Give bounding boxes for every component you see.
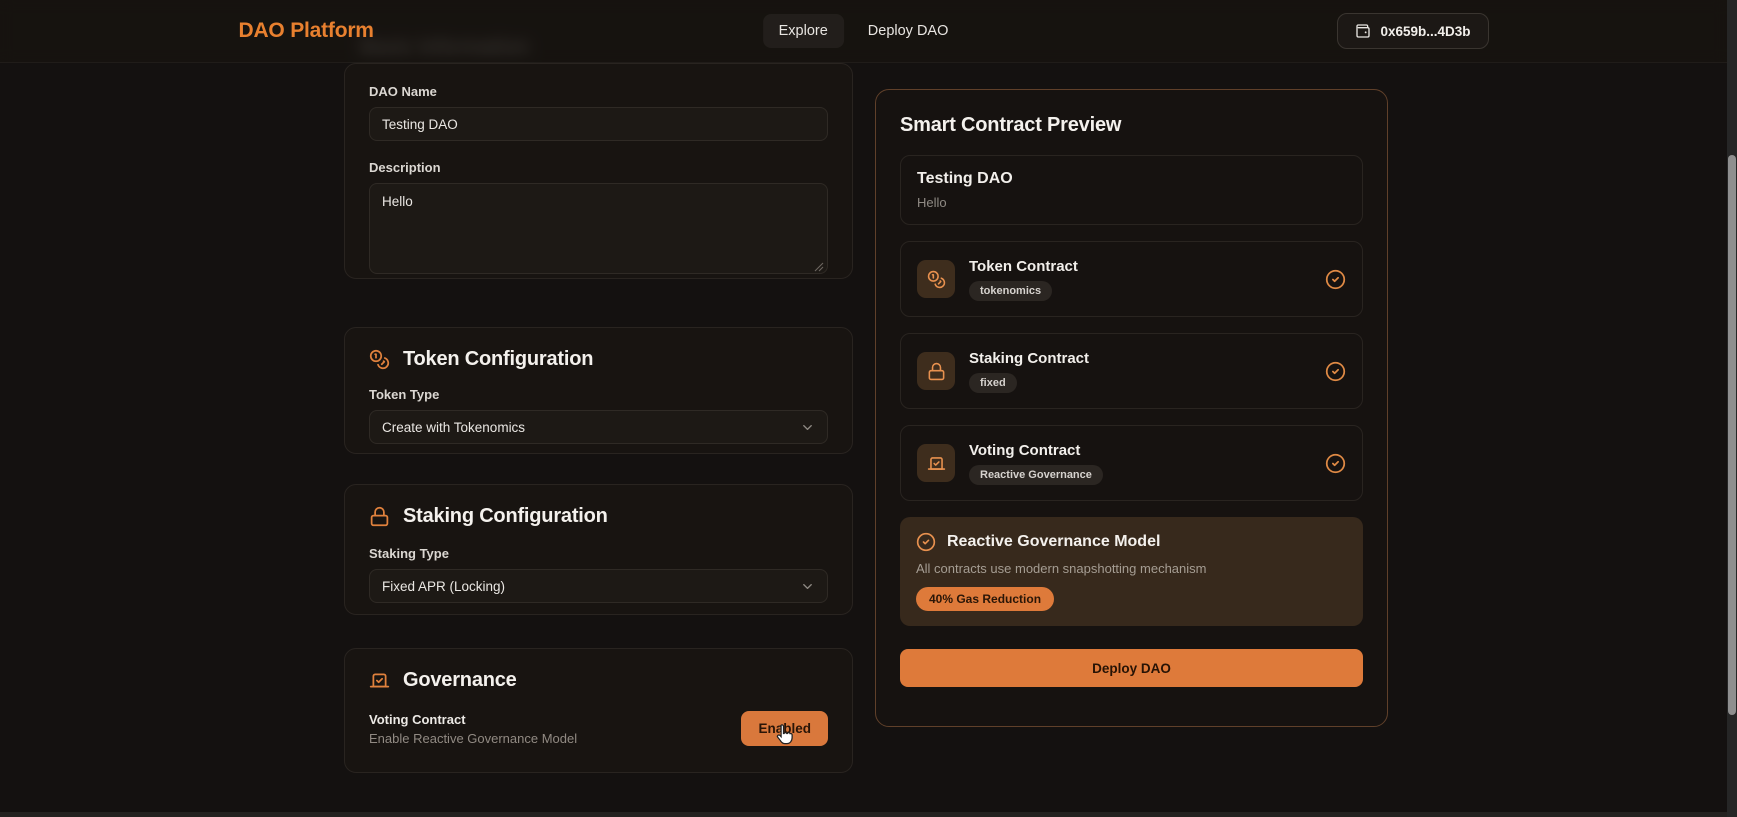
chevron-down-icon xyxy=(803,583,812,589)
check-circle-icon xyxy=(916,532,936,552)
staking-configuration-card: Staking Configuration Staking Type Fixed… xyxy=(344,484,853,615)
basic-information-card: DAO Name Description Hello xyxy=(344,63,853,279)
token-type-select[interactable]: Create with Tokenomics xyxy=(369,410,828,444)
coins-icon xyxy=(369,349,390,370)
main-content: DAO Name Description Hello Token Configu… xyxy=(344,0,1394,817)
deploy-dao-button[interactable]: Deploy DAO xyxy=(900,649,1363,687)
contract-name: Token Contract xyxy=(969,257,1078,275)
contract-badge: Reactive Governance xyxy=(969,464,1103,485)
contract-badge: tokenomics xyxy=(969,280,1053,301)
staking-type-value: Fixed APR (Locking) xyxy=(382,578,506,594)
gas-reduction-badge: 40% Gas Reduction xyxy=(916,587,1055,611)
nav-link-explore[interactable]: Explore xyxy=(762,14,844,48)
check-circle-icon xyxy=(1325,453,1346,474)
lock-icon xyxy=(928,362,944,380)
coins-icon xyxy=(927,270,945,288)
voting-contract-label: Voting Contract xyxy=(369,711,466,727)
contract-row-staking: Staking Contract fixed xyxy=(900,333,1363,409)
voting-contract-sublabel: Enable Reactive Governance Model xyxy=(369,730,578,746)
governance-title: Governance xyxy=(403,669,517,691)
token-configuration-title: Token Configuration xyxy=(403,348,594,370)
chevron-down-icon xyxy=(803,424,812,430)
model-title: Reactive Governance Model xyxy=(947,533,1161,550)
token-configuration-card: Token Configuration Token Type Create wi… xyxy=(344,327,853,454)
top-navbar: DAO Platform Explore Deploy DAO 0x659b..… xyxy=(0,0,1727,63)
lock-icon xyxy=(370,506,389,527)
governance-enabled-toggle[interactable]: Enabled xyxy=(741,711,828,746)
description-label: Description xyxy=(369,160,441,175)
token-type-value: Create with Tokenomics xyxy=(382,419,526,435)
smart-contract-preview-panel: Smart Contract Preview Testing DAO Hello… xyxy=(875,89,1388,727)
dao-platform-page: Basic Information DAO Platform Explore D… xyxy=(0,0,1737,817)
contract-name: Voting Contract xyxy=(969,441,1081,459)
dao-summary-box: Testing DAO Hello xyxy=(900,155,1363,225)
vote-icon xyxy=(369,673,390,688)
preview-title: Smart Contract Preview xyxy=(900,114,1122,136)
preview-dao-name: Testing DAO xyxy=(917,170,1013,187)
nav-links: Explore Deploy DAO xyxy=(762,14,965,48)
model-subtitle: All contracts use modern snapshotting me… xyxy=(916,561,1207,576)
dao-name-input[interactable] xyxy=(369,107,828,141)
staking-configuration-title: Staking Configuration xyxy=(403,505,608,527)
wallet-icon xyxy=(1356,24,1371,38)
staking-type-select[interactable]: Fixed APR (Locking) xyxy=(369,569,828,603)
resize-handle-icon[interactable] xyxy=(814,262,824,272)
wallet-address: 0x659b...4D3b xyxy=(1380,23,1471,39)
governance-card: Governance Voting Contract Enable Reacti… xyxy=(344,648,853,773)
token-type-label: Token Type xyxy=(369,387,440,402)
staking-type-label: Staking Type xyxy=(369,546,449,561)
vote-icon xyxy=(927,456,945,470)
brand-logo[interactable]: DAO Platform xyxy=(239,19,374,43)
reactive-governance-model-box: Reactive Governance Model All contracts … xyxy=(900,517,1363,626)
contract-badge: fixed xyxy=(969,372,1017,393)
check-circle-icon xyxy=(1325,269,1346,290)
contract-row-voting: Voting Contract Reactive Governance xyxy=(900,425,1363,501)
description-textarea[interactable]: Hello xyxy=(369,183,828,274)
dao-name-label: DAO Name xyxy=(369,84,437,99)
page-scrollbar-thumb[interactable] xyxy=(1728,155,1736,715)
footer-edge xyxy=(0,812,1727,817)
nav-link-deploy-dao[interactable]: Deploy DAO xyxy=(852,14,965,48)
check-circle-icon xyxy=(1325,361,1346,382)
contract-name: Staking Contract xyxy=(969,349,1090,367)
contract-row-token: Token Contract tokenomics xyxy=(900,241,1363,317)
preview-dao-description: Hello xyxy=(917,195,947,210)
wallet-address-button[interactable]: 0x659b...4D3b xyxy=(1337,13,1489,49)
page-scrollbar-track[interactable] xyxy=(1727,0,1737,817)
